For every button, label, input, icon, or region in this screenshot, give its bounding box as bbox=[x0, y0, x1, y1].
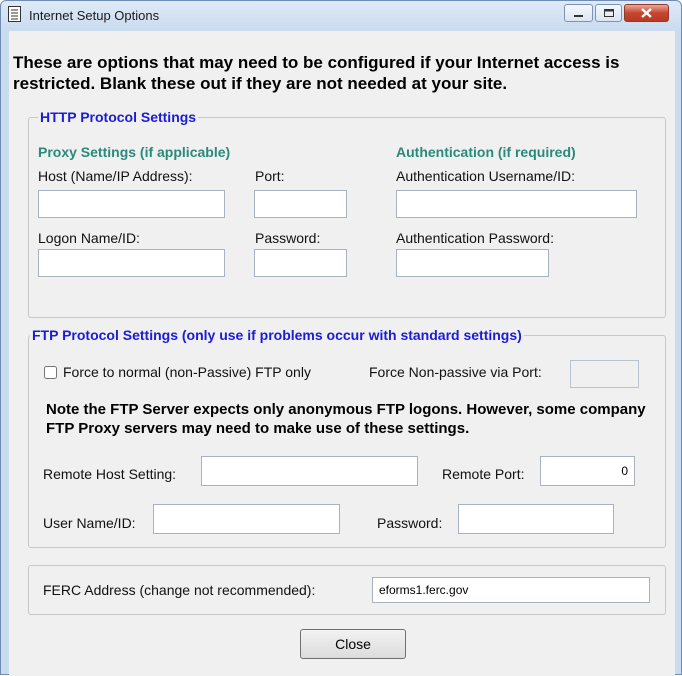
ftp-password-label: Password: bbox=[377, 515, 443, 531]
title-bar[interactable]: Internet Setup Options bbox=[1, 1, 681, 31]
user-name-label: User Name/ID: bbox=[43, 515, 136, 531]
logon-label: Logon Name/ID: bbox=[38, 230, 140, 246]
maximize-icon bbox=[604, 9, 614, 17]
ftp-settings-group: FTP Protocol Settings (only use if probl… bbox=[28, 327, 666, 548]
minimize-button[interactable] bbox=[564, 4, 593, 22]
host-label: Host (Name/IP Address): bbox=[38, 168, 193, 184]
app-icon bbox=[8, 6, 21, 22]
port-label: Port: bbox=[255, 168, 285, 184]
auth-password-input[interactable] bbox=[396, 249, 549, 277]
ftp-password-input[interactable] bbox=[458, 504, 614, 534]
close-icon bbox=[641, 8, 652, 18]
remote-host-input[interactable] bbox=[201, 456, 418, 486]
port-input[interactable] bbox=[254, 190, 347, 218]
force-port-input[interactable] bbox=[570, 360, 639, 388]
ftp-group-legend: FTP Protocol Settings (only use if probl… bbox=[30, 327, 524, 343]
dialog-window: Internet Setup Options These are options… bbox=[0, 0, 682, 676]
dialog-client-area: These are options that may need to be co… bbox=[9, 31, 675, 676]
minimize-icon bbox=[574, 15, 583, 17]
ferc-address-label: FERC Address (change not recommended): bbox=[43, 582, 316, 598]
window-title: Internet Setup Options bbox=[29, 8, 160, 23]
auth-password-label: Authentication Password: bbox=[396, 230, 554, 246]
remote-port-input[interactable] bbox=[540, 456, 635, 486]
authentication-heading: Authentication (if required) bbox=[396, 144, 576, 160]
host-input[interactable] bbox=[38, 190, 225, 218]
force-port-label: Force Non-passive via Port: bbox=[369, 364, 542, 380]
password-label: Password: bbox=[255, 230, 321, 246]
http-group-legend: HTTP Protocol Settings bbox=[38, 109, 199, 125]
auth-username-input[interactable] bbox=[396, 190, 637, 218]
ferc-address-input[interactable] bbox=[372, 577, 650, 603]
remote-host-label: Remote Host Setting: bbox=[43, 466, 177, 482]
password-input[interactable] bbox=[254, 249, 347, 277]
maximize-button[interactable] bbox=[595, 4, 622, 22]
logon-input[interactable] bbox=[38, 249, 225, 277]
intro-text: These are options that may need to be co… bbox=[13, 53, 620, 93]
http-settings-group: HTTP Protocol Settings Proxy Settings (i… bbox=[28, 109, 666, 318]
force-normal-ftp-checkbox[interactable] bbox=[44, 366, 57, 379]
auth-username-label: Authentication Username/ID: bbox=[396, 168, 575, 184]
user-name-input[interactable] bbox=[153, 504, 340, 534]
force-normal-ftp-label: Force to normal (non-Passive) FTP only bbox=[63, 364, 311, 380]
ftp-note-text: Note the FTP Server expects only anonymo… bbox=[46, 401, 646, 437]
ferc-address-group: FERC Address (change not recommended): bbox=[28, 565, 666, 615]
close-window-button[interactable] bbox=[624, 4, 669, 22]
remote-port-label: Remote Port: bbox=[442, 466, 525, 482]
close-button[interactable]: Close bbox=[300, 629, 406, 659]
proxy-settings-heading: Proxy Settings (if applicable) bbox=[38, 144, 231, 160]
